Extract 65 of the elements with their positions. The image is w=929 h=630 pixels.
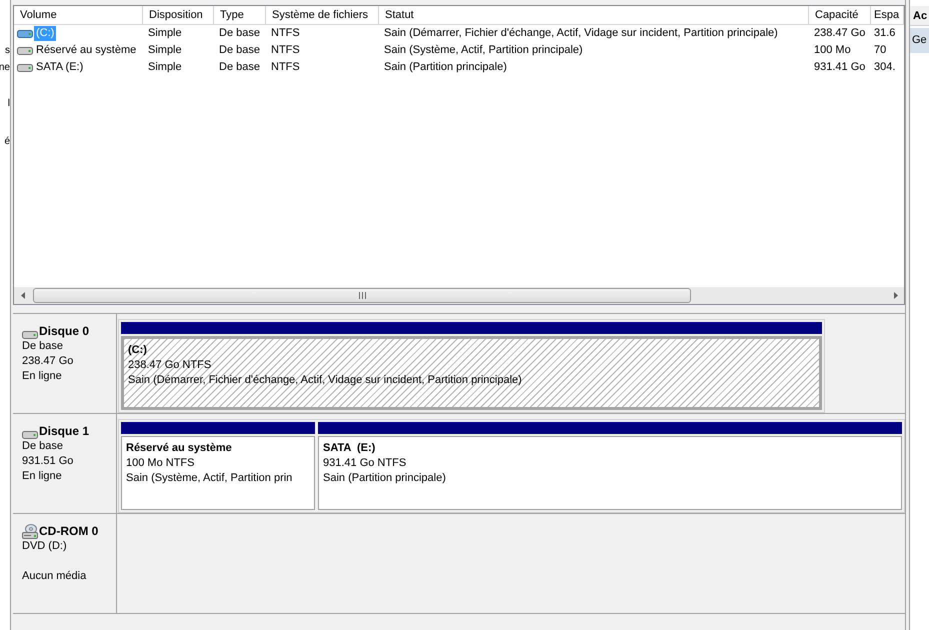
column-header[interactable]: Système de fichiers: [266, 6, 379, 24]
disk-name: Disque 1: [39, 424, 90, 439]
partition-name: (C:): [128, 343, 147, 358]
drive-icon: [17, 64, 33, 72]
disk-type: De base: [22, 439, 63, 454]
right-arrow-icon: [894, 292, 898, 299]
table-cell: Simple: [148, 44, 182, 56]
partition-name: Réservé au système: [126, 441, 232, 456]
table-cell: De base: [219, 27, 260, 40]
column-header[interactable]: Disposition: [143, 6, 214, 24]
disk-size: 238.47 Go: [22, 354, 74, 369]
tree-item-text[interactable]: s: [5, 42, 10, 59]
disk-name: Disque 0: [39, 324, 90, 339]
partition-block[interactable]: (C:) 238.47 Go NTFS Sain (Démarrer, Fichier d'échange, Actif, Vidage sur incident, Partition principale): [121, 336, 822, 410]
partition-size: 100 Mo NTFS: [126, 456, 194, 471]
drive-icon: [17, 30, 33, 38]
drive-label[interactable]: SATA (E:): [34, 60, 86, 75]
table-cell: 31.6: [874, 27, 896, 40]
disk-type: DVD (D:): [22, 539, 67, 554]
drive-icon: [17, 46, 33, 54]
partition-status: Sain (Partition principale): [323, 471, 446, 486]
table-cell: Sain (Partition principale): [384, 61, 507, 74]
partition-status: Sain (Démarrer, Fichier d'échange, Actif, Vidage sur incident, Partition principale): [128, 373, 522, 388]
table-cell: 100 Mo: [814, 44, 851, 56]
disk-name: CD-ROM 0: [39, 524, 98, 539]
disk-status: Aucun média: [22, 569, 86, 584]
drive-label[interactable]: Réservé au système: [34, 43, 138, 58]
table-cell: Simple: [148, 61, 182, 74]
scrollbar-thumb[interactable]: [33, 288, 691, 303]
table-cell: Simple: [148, 27, 182, 40]
table-cell: NTFS: [271, 61, 300, 74]
disk-type: De base: [22, 339, 63, 354]
tree-item-text[interactable]: l: [8, 95, 10, 112]
table-cell: 238.47 Go: [814, 27, 866, 40]
table-cell: Sain (Démarrer, Fichier d'échange, Actif, Vidage sur incident, Partition principale): [384, 27, 778, 40]
table-cell: NTFS: [271, 27, 300, 40]
table-cell: De base: [219, 44, 260, 56]
table-cell: De base: [219, 61, 260, 74]
disk-status: En ligne: [22, 369, 62, 384]
column-header[interactable]: Type: [214, 6, 266, 24]
partition-name: SATA (E:): [323, 441, 376, 456]
table-cell: Sain (Système, Actif, Partition principale): [384, 44, 583, 56]
disk-size: 931.51 Go: [22, 454, 74, 469]
tree-item-text[interactable]: é: [4, 133, 10, 150]
disk-status: En ligne: [22, 469, 62, 484]
table-cell: 70: [874, 44, 886, 56]
action-item[interactable]: Ge: [910, 28, 929, 53]
column-header[interactable]: Statut: [379, 6, 809, 24]
partition-size: 931.41 Go NTFS: [323, 456, 406, 471]
partition-status: Sain (Système, Actif, Partition prin: [126, 471, 292, 486]
table-cell: 304.: [874, 61, 896, 74]
partition-size: 238.47 Go NTFS: [128, 358, 212, 373]
column-header[interactable]: Volume: [14, 6, 143, 24]
table-cell: 931.41 Go: [814, 61, 866, 74]
left-arrow-icon: [20, 292, 24, 299]
column-header[interactable]: Espa: [871, 6, 904, 24]
drive-icon: [22, 331, 38, 339]
partition-block[interactable]: Réservé au système 100 Mo NTFS Sain (Système, Actif, Partition prin: [121, 436, 315, 510]
drive-icon: [22, 431, 38, 439]
table-cell: NTFS: [271, 44, 300, 56]
partition-block[interactable]: SATA (E:) 931.41 Go NTFS Sain (Partition principale): [318, 436, 902, 510]
column-header[interactable]: Capacité: [809, 6, 871, 24]
actions-header: Ac: [910, 6, 929, 26]
cd-drive-icon: [22, 524, 38, 539]
grip-icon: [358, 292, 366, 299]
